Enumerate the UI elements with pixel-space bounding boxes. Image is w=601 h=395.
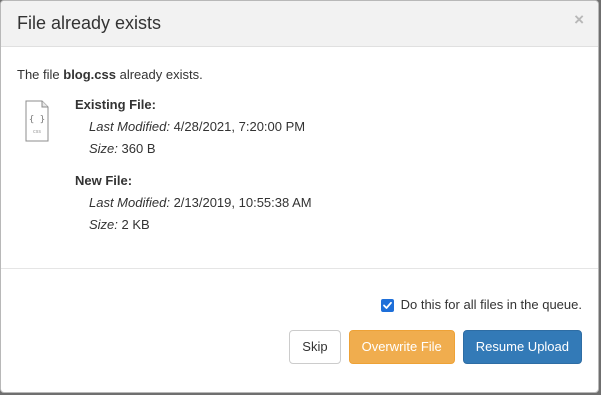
dialog-title: File already exists [17,13,162,33]
new-last-modified-label: Last Modified: [89,195,170,210]
resume-upload-button[interactable]: Resume Upload [462,330,582,364]
file-icon-label: css [33,129,41,135]
conflict-filename: blog.css [63,67,116,82]
file-details: Existing File: Last Modified: 4/28/2021,… [75,97,555,233]
dialog-footer: Do this for all files in the queue. Skip… [1,269,598,392]
new-file-title: New File: [75,173,133,188]
message-prefix: The file [17,67,64,82]
dialog-header: File already exists × [1,1,598,47]
new-size: Size: 2 KB [89,217,555,233]
conflict-message: The file blog.css already exists. [17,67,203,83]
message-suffix: already exists. [116,67,203,82]
new-last-modified-value: 2/13/2019, 10:55:38 AM [173,195,312,210]
file-exists-dialog: File already exists × The file blog.css … [0,0,599,393]
apply-all-option: Do this for all files in the queue. [380,297,582,313]
checkmark-icon [382,301,392,309]
existing-last-modified-label: Last Modified: [89,119,170,134]
new-size-label: Size: [89,217,118,232]
new-size-value: 2 KB [121,217,150,232]
existing-size-label: Size: [89,141,118,156]
existing-size-value: 360 B [121,141,156,156]
close-icon[interactable]: × [574,11,584,28]
existing-size: Size: 360 B [89,141,555,157]
existing-file-title: Existing File: [75,97,156,112]
file-icon-glyph: { } [29,115,45,125]
dialog-buttons: Skip Overwrite File Resume Upload [281,330,582,364]
apply-all-label[interactable]: Do this for all files in the queue. [401,297,582,313]
new-file-details: Last Modified: 2/13/2019, 10:55:38 AM Si… [89,195,555,233]
css-file-icon: { } css [25,100,49,142]
apply-all-checkbox[interactable] [380,298,394,312]
skip-button[interactable]: Skip [289,330,341,364]
existing-last-modified: Last Modified: 4/28/2021, 7:20:00 PM [89,119,555,135]
new-last-modified: Last Modified: 2/13/2019, 10:55:38 AM [89,195,555,211]
existing-file-details: Last Modified: 4/28/2021, 7:20:00 PM Siz… [89,119,555,157]
existing-last-modified-value: 4/28/2021, 7:20:00 PM [173,119,306,134]
dialog-body: The file blog.css already exists. { } cs… [1,47,598,269]
overwrite-file-button[interactable]: Overwrite File [348,330,455,364]
